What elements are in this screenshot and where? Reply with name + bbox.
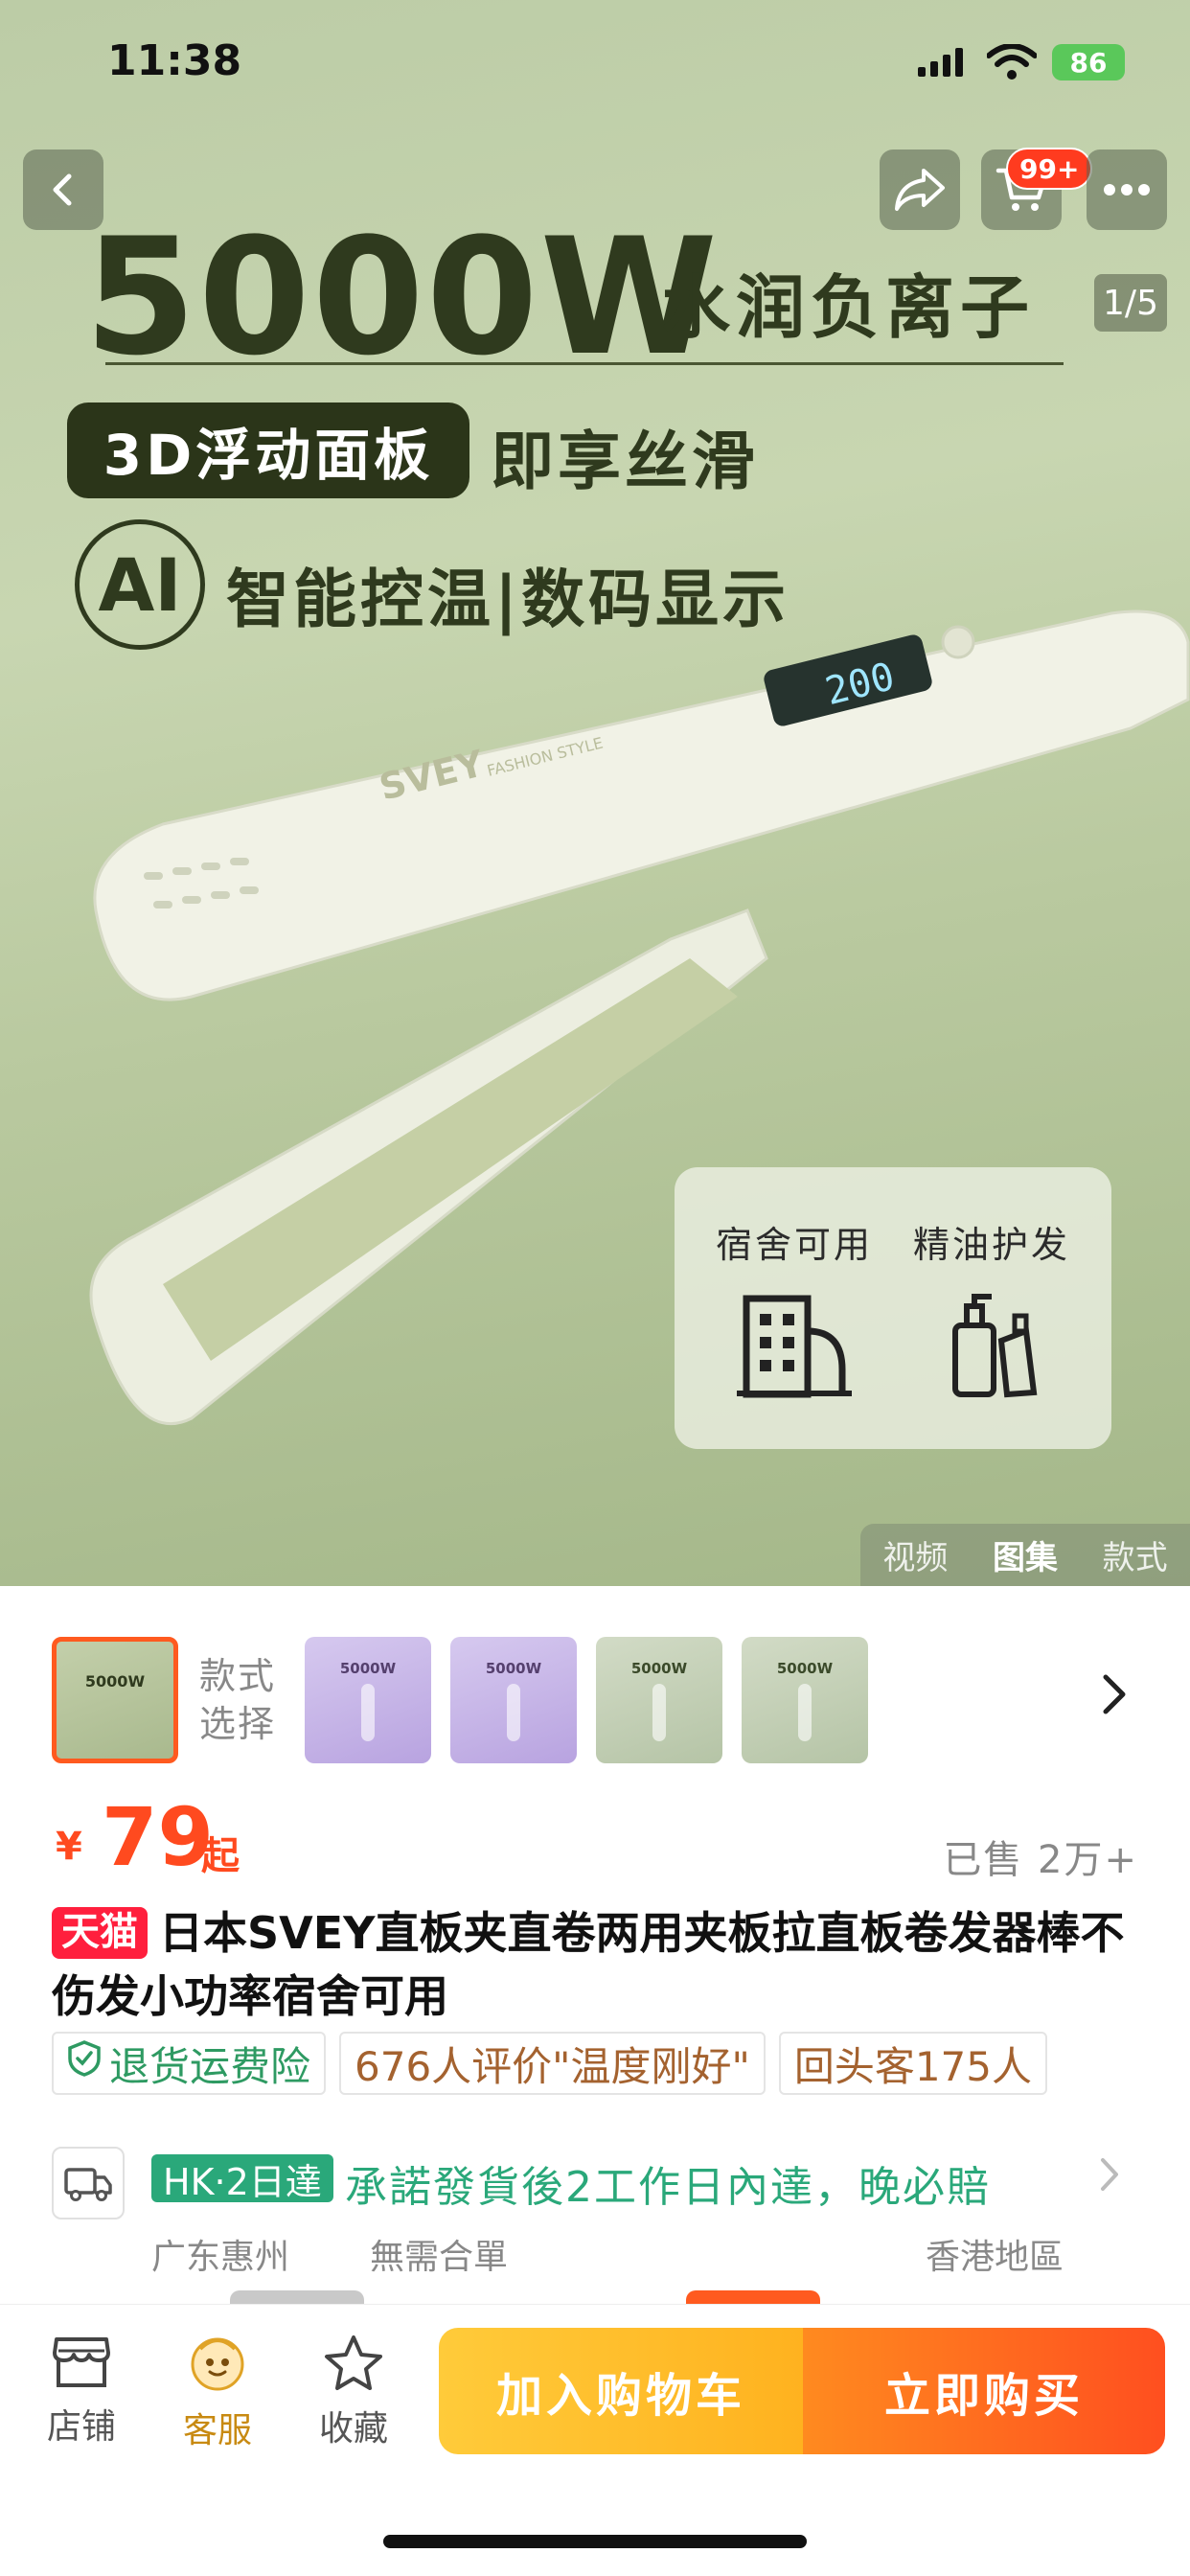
bottom-action-bar: 店铺 客服 收藏 加入购物车 立即购买	[0, 2304, 1190, 2576]
style-select-line2: 选择	[199, 1703, 277, 1745]
hero-tagline: 即享丝滑	[491, 425, 759, 498]
product-title: 天猫 日本SVEY直板夹直卷两用夹板拉直板卷发器棒不伤发小功率宿舍可用	[52, 1901, 1144, 2028]
add-to-cart-button[interactable]: 加入购物车	[439, 2328, 803, 2454]
hero-headline-sub: 水润负离子	[661, 267, 1036, 348]
tag-return-insurance[interactable]: 退货运费险	[52, 2032, 327, 2095]
hero-pill: 3D浮动面板	[67, 402, 469, 498]
thumbnail-label: 5000W	[485, 1660, 542, 1677]
product-title-text: 日本SVEY直板夹直卷两用夹板拉直板卷发器棒不伤发小功率宿舍可用	[52, 1907, 1125, 2022]
spec-dorm: 宿舍可用	[703, 1215, 885, 1402]
thumbnail-variant[interactable]: 5000W	[742, 1637, 868, 1763]
price-value: 79	[102, 1790, 214, 1884]
style-select-label: 款式 选择	[199, 1652, 276, 1748]
thumbnail-label: 5000W	[776, 1660, 834, 1677]
share-button[interactable]	[880, 150, 960, 230]
share-icon	[895, 169, 945, 211]
bottles-icon	[901, 1293, 1083, 1402]
thumbnail-label: 5000W	[630, 1660, 688, 1677]
thumbnail-product	[652, 1684, 666, 1741]
hero-divider	[105, 362, 1064, 365]
spec-label: 精油护发	[912, 1224, 1070, 1266]
spec-card: 宿舍可用 精油护发	[675, 1167, 1111, 1449]
delivery-promise[interactable]: 承諾發貨後2工作日內達，晚必賠	[345, 2152, 991, 2214]
route-middle: 無需合單	[370, 2238, 509, 2277]
spec-oil: 精油护发	[901, 1215, 1083, 1402]
status-time: 11:38	[107, 36, 242, 85]
route-from: 广东惠州	[151, 2238, 290, 2277]
thumbnail-product	[507, 1684, 520, 1741]
star-icon	[325, 2335, 382, 2390]
signal-icon	[918, 48, 968, 80]
thumbnail-variant[interactable]: 5000W	[596, 1637, 722, 1763]
store-icon	[53, 2337, 110, 2387]
thumbnail-label: 5000W	[84, 1671, 146, 1690]
tag-label: 676人评价"温度刚好"	[355, 2042, 750, 2090]
tag-label: 退货运费险	[109, 2042, 311, 2090]
spec-label: 宿舍可用	[715, 1224, 873, 1266]
tag-review[interactable]: 676人评价"温度刚好"	[339, 2032, 766, 2095]
building-icon	[703, 1293, 885, 1402]
thumbnail-selected[interactable]: 5000W	[52, 1637, 178, 1763]
home-indicator[interactable]	[383, 2535, 807, 2548]
truck-icon	[52, 2147, 125, 2220]
shield-check-icon	[67, 2039, 102, 2087]
chevron-right-icon[interactable]	[1100, 1673, 1129, 1719]
service-tags: 退货运费险 676人评价"温度刚好" 回头客175人	[52, 2032, 1047, 2095]
sold-count: 已售 2万+	[943, 1838, 1138, 1882]
thumbnail-product	[361, 1684, 375, 1741]
wifi-icon	[986, 43, 1038, 84]
service-button[interactable]: 客服	[165, 2334, 270, 2452]
thumbnail-variant[interactable]: 5000W	[305, 1637, 431, 1763]
more-icon	[1104, 184, 1150, 196]
delivery-badge: HK·2日達	[151, 2154, 333, 2203]
style-thumbnails: 5000W 款式 选择 5000W 5000W 5000W 5000W	[0, 1629, 1190, 1763]
tag-label: 回头客175人	[793, 2042, 1032, 2090]
route-to: 香港地區	[926, 2238, 1064, 2277]
tab-video[interactable]: 视频	[882, 1531, 948, 1578]
style-select-line1: 款式	[199, 1655, 277, 1697]
battery-indicator: 86	[1052, 44, 1125, 80]
price-currency: ¥	[56, 1825, 82, 1869]
chevron-right-icon[interactable]	[1098, 2156, 1121, 2196]
thumbnail-variant[interactable]: 5000W	[450, 1637, 577, 1763]
shop-button[interactable]: 店铺	[29, 2334, 134, 2449]
status-bar: 11:38 86	[0, 0, 1190, 125]
media-tabs: 视频 图集 款式	[860, 1524, 1190, 1586]
customer-service-icon	[191, 2337, 244, 2391]
price-suffix: 起	[201, 1834, 240, 1878]
cart-count-badge: 99+	[1006, 148, 1093, 190]
thumbnail-product	[798, 1684, 812, 1741]
more-button[interactable]	[1087, 150, 1167, 230]
chevron-left-icon	[53, 173, 72, 206]
buy-now-button[interactable]: 立即购买	[803, 2328, 1165, 2454]
product-image-gallery[interactable]: 11:38 86 99+ 1/5 5000W 水润负离子 3D浮动面板 即享丝滑…	[0, 0, 1190, 1586]
tab-styles[interactable]: 款式	[1103, 1531, 1168, 1578]
tab-gallery[interactable]: 图集	[993, 1531, 1058, 1578]
thumbnail-label: 5000W	[339, 1660, 397, 1677]
favorite-label: 收藏	[318, 2409, 388, 2449]
image-page-indicator: 1/5	[1094, 274, 1167, 332]
tag-repeat-customers[interactable]: 回头客175人	[778, 2032, 1047, 2095]
tmall-badge: 天猫	[52, 1907, 148, 1959]
favorite-button[interactable]: 收藏	[301, 2334, 406, 2450]
shop-label: 店铺	[46, 2407, 116, 2447]
service-label: 客服	[182, 2411, 252, 2450]
